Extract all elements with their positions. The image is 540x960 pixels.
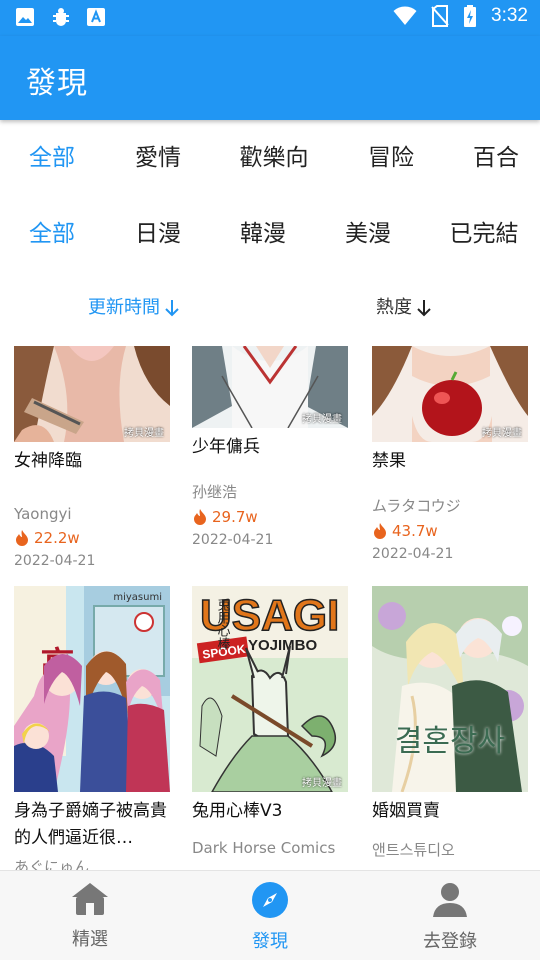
comic-title: 女神降臨 <box>14 451 82 471</box>
region-completed[interactable]: 已完結 <box>429 214 539 254</box>
popularity-value: 22.2w <box>34 529 80 547</box>
comic-title: 身為子爵嫡子被高貴的人們逼近很… <box>14 801 167 848</box>
cover-title-text: 결혼장사 <box>394 724 506 759</box>
page-title: 發現 <box>26 66 88 101</box>
comic-popularity: 29.7w <box>192 508 348 526</box>
cover-vertical-text: 兎用心棒 <box>215 598 231 650</box>
cover-watermark: 拷貝漫畫 <box>302 414 342 425</box>
sort-popularity-label: 熱度 <box>376 297 412 318</box>
nav-discover[interactable]: 發現 <box>210 881 330 953</box>
person-icon <box>433 883 467 917</box>
comic-popularity: 22.2w <box>14 529 170 547</box>
comic-card[interactable]: 拷貝漫畫 禁果 ムラタコウジ 43.7w 2022-04-21 <box>372 346 528 562</box>
popularity-value: 29.7w <box>212 508 258 526</box>
fire-icon <box>194 509 206 525</box>
comic-cover: 拷貝漫畫 <box>192 346 348 428</box>
comic-popularity: 43.7w <box>372 522 528 540</box>
nav-featured[interactable]: 精選 <box>30 881 150 951</box>
comic-cover: 拷貝漫畫 <box>14 346 170 442</box>
arrow-down-icon <box>165 300 179 317</box>
category-filter-row: 全部 愛情 歡樂向 冒险 百合 <box>0 138 540 178</box>
sort-update-label: 更新時間 <box>88 297 160 318</box>
comic-author: あぐにゅん <box>14 858 90 870</box>
comic-author: Dark Horse Comics <box>192 839 336 857</box>
category-adventure[interactable]: 冒险 <box>336 138 446 178</box>
nav-login[interactable]: 去登錄 <box>390 881 510 953</box>
comic-date: 2022-04-21 <box>192 532 274 548</box>
comic-title: 禁果 <box>372 451 406 471</box>
arrow-down-icon <box>417 300 431 317</box>
image-icon <box>16 8 34 26</box>
comic-date: 2022-04-21 <box>372 546 454 562</box>
category-yuri[interactable]: 百合 <box>441 138 540 178</box>
comic-author: 孙继浩 <box>192 483 238 501</box>
fire-icon <box>374 523 386 539</box>
comic-card[interactable]: 高 miyasumi 身為子爵嫡子被高貴的人們逼近很… あぐにゅん <box>14 586 170 870</box>
comic-cover: 拷貝漫畫 <box>372 346 528 442</box>
cover-watermark: miyasumi <box>113 592 162 603</box>
region-korean[interactable]: 韓漫 <box>208 214 318 254</box>
comic-author: Yaongyi <box>14 505 72 523</box>
clock: 3:32 <box>491 5 528 26</box>
comic-author: 앤트스튜디오 <box>372 841 455 859</box>
sort-by-update[interactable]: 更新時間 <box>88 295 180 321</box>
wifi-icon <box>393 6 417 25</box>
nav-discover-label: 發現 <box>252 931 288 952</box>
home-icon <box>72 883 108 915</box>
compass-icon <box>252 882 288 918</box>
category-romance[interactable]: 愛情 <box>103 138 213 178</box>
popularity-value: 43.7w <box>392 522 438 540</box>
comic-card[interactable]: 拷貝漫畫 少年傭兵 孙继浩 29.7w 2022-04-21 <box>192 346 348 548</box>
sort-by-popularity[interactable]: 熱度 <box>376 295 432 321</box>
filter-panel: 全部 愛情 歡樂向 冒险 百合 全部 日漫 韓漫 美漫 已完結 更新時間 熱度 <box>0 120 540 346</box>
comic-cover: 결혼장사 <box>372 586 528 792</box>
comic-title: 婚姻買賣 <box>372 801 440 821</box>
category-comedy[interactable]: 歡樂向 <box>219 138 329 178</box>
battery-charging-icon <box>464 5 477 27</box>
comic-cover: 高 miyasumi <box>14 586 170 792</box>
cover-watermark: 拷貝漫畫 <box>482 428 522 439</box>
comic-cover: USAGI YOJIMBO SPOOK 兎用心棒 拷貝漫畫 <box>192 586 348 792</box>
category-all[interactable]: 全部 <box>0 138 107 178</box>
no-sim-icon <box>431 5 449 27</box>
region-american[interactable]: 美漫 <box>313 214 423 254</box>
comic-title: 兔用心棒V3 <box>192 801 283 821</box>
cover-watermark: 拷貝漫畫 <box>302 778 342 789</box>
translate-icon <box>87 8 105 26</box>
cover-watermark: 拷貝漫畫 <box>124 428 164 439</box>
comic-date: 2022-04-21 <box>14 553 96 569</box>
comic-card[interactable]: USAGI YOJIMBO SPOOK 兎用心棒 拷貝漫畫 兔用心棒V3 Dar… <box>192 586 348 857</box>
bottom-navigation: 精選 發現 去登錄 <box>0 870 540 960</box>
region-filter-row: 全部 日漫 韓漫 美漫 已完結 <box>0 214 540 254</box>
nav-featured-label: 精選 <box>72 929 108 950</box>
status-bar: 3:32 <box>0 0 540 36</box>
comic-title: 少年傭兵 <box>192 437 260 457</box>
bug-icon <box>53 8 69 26</box>
comic-author: ムラタコウジ <box>372 497 461 515</box>
fire-icon <box>16 530 28 546</box>
comic-card[interactable]: 결혼장사 婚姻買賣 앤트스튜디오 <box>372 586 528 860</box>
cover-subtitle-text: YOJIMBO <box>248 637 318 654</box>
nav-login-label: 去登錄 <box>423 931 477 952</box>
region-japanese[interactable]: 日漫 <box>103 214 213 254</box>
comic-card[interactable]: 拷貝漫畫 女神降臨 Yaongyi 22.2w 2022-04-21 <box>14 346 170 569</box>
app-bar: 發現 <box>0 36 540 120</box>
comic-grid: 拷貝漫畫 女神降臨 Yaongyi 22.2w 2022-04-21 拷貝漫畫 … <box>0 346 540 870</box>
region-all[interactable]: 全部 <box>0 214 107 254</box>
